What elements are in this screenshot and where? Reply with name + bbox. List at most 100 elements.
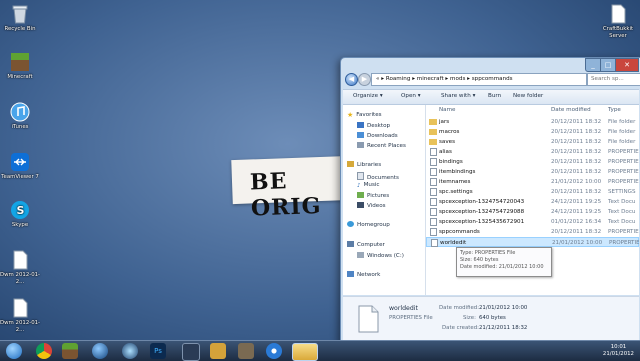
file-date: 20/12/2011 18:32 — [551, 139, 602, 145]
network-icon — [347, 271, 354, 277]
file-row[interactable]: jars 20/12/2011 18:32 File folder — [426, 117, 639, 127]
breadcrumb-overflow[interactable]: « — [376, 76, 379, 82]
nav-network[interactable]: Network — [347, 271, 380, 278]
nav-label: Windows (C:) — [367, 253, 404, 259]
minecraft-taskbar-icon[interactable] — [62, 343, 78, 359]
nav-computer[interactable]: Computer — [347, 241, 385, 248]
file-date: 24/12/2011 19:25 — [551, 199, 602, 205]
nav-downloads[interactable]: Downloads — [357, 132, 398, 139]
homegroup-icon — [347, 221, 354, 227]
file-date: 20/12/2011 18:32 — [551, 159, 602, 165]
burn-button[interactable]: Burn — [488, 93, 501, 99]
desktop-icon-recycle-bin[interactable]: Recycle Bin — [0, 4, 40, 33]
text-file-icon — [430, 198, 437, 206]
explorer-taskbar-icon[interactable] — [292, 343, 318, 361]
file-row[interactable]: itembindings 20/12/2011 18:32 PROPERTIES — [426, 167, 639, 177]
file-row[interactable]: spcexception-1325435672901 01/01/2012 16:… — [426, 217, 639, 227]
breadcrumb-mods[interactable]: mods — [450, 76, 465, 82]
desktop-icon-label: iTunes — [11, 124, 29, 130]
nav-pictures[interactable]: Pictures — [357, 192, 389, 199]
document-icon — [10, 250, 30, 270]
details-size-label: Size: — [463, 315, 476, 321]
desktop-icon-craftbukkit[interactable]: CraftBukkit Server — [598, 4, 638, 39]
nav-windows-c[interactable]: Windows (C:) — [357, 252, 404, 259]
app-icon-3[interactable] — [210, 343, 226, 359]
file-name: itemnames — [439, 179, 471, 185]
desktop-icon-dwm-2[interactable]: Dwm 2012-01-2... — [0, 298, 40, 333]
desktop-icon-teamviewer[interactable]: TeamViewer 7 — [0, 152, 40, 181]
minimize-button[interactable]: _ — [585, 58, 601, 72]
app-icon[interactable] — [122, 343, 138, 359]
file-row[interactable]: sppcommands 20/12/2011 18:32 PROPERTIES — [426, 227, 639, 237]
nav-videos[interactable]: Videos — [357, 202, 386, 209]
desktop-icon-label: TeamViewer 7 — [1, 174, 39, 180]
app-icon-4[interactable] — [266, 343, 282, 359]
desktop-icon-skype[interactable]: S Skype — [0, 200, 40, 229]
maximize-button[interactable]: □ — [600, 58, 616, 72]
file-row[interactable]: macros 20/12/2011 18:32 File folder — [426, 127, 639, 137]
forward-button[interactable]: ▶ — [358, 73, 371, 86]
file-row-selected[interactable]: worldedit21/01/2012 10:00PROPERTIES — [426, 237, 639, 247]
desktop-icon-label: Minecraft — [7, 74, 33, 80]
open-button[interactable]: Open ▾ — [401, 93, 421, 99]
close-button[interactable]: ✕ — [615, 58, 639, 72]
clock-time: 10:01 — [610, 344, 627, 350]
documents-icon — [357, 172, 364, 180]
wallpaper-paper: BE ORIG — [231, 155, 353, 221]
taskbar-clock[interactable]: 10:01 21/01/2012 — [603, 344, 634, 358]
app-icon-2[interactable] — [182, 343, 200, 361]
file-date: 01/01/2012 16:34 — [551, 219, 602, 225]
globe-icon[interactable] — [92, 343, 108, 359]
nav-favorites[interactable]: ★ Favorites — [347, 111, 382, 119]
file-name: spcexception-1324754720043 — [439, 199, 525, 205]
star-icon: ★ — [347, 111, 354, 119]
music-icon: ♪ — [357, 183, 361, 189]
column-header-name[interactable]: Name — [439, 105, 456, 115]
column-header-type[interactable]: Type — [608, 105, 621, 115]
file-type: PROPERTIES — [608, 229, 639, 235]
address-bar[interactable]: « ▸ Roaming ▸ minecraft ▸ mods ▸ sppcomm… — [371, 73, 587, 86]
desktop-icon-dwm-1[interactable]: Dwm 2012-01-2... — [0, 250, 40, 285]
navigation-pane: ★ Favorites Desktop Downloads Recent Plac… — [343, 105, 426, 295]
nav-music[interactable]: ♪ Music — [357, 182, 380, 189]
properties-file-icon — [358, 305, 379, 333]
desktop-icon-itunes[interactable]: iTunes — [0, 102, 40, 131]
address-row: ◀ ▶ « ▸ Roaming ▸ minecraft ▸ mods ▸ spp… — [343, 72, 640, 86]
title-bar[interactable]: _ □ ✕ — [341, 58, 640, 72]
chrome-icon[interactable] — [36, 343, 52, 359]
file-type: File folder — [608, 139, 636, 145]
file-tooltip: Type: PROPERTIES File Size: 640 bytes Da… — [456, 247, 552, 277]
share-with-button[interactable]: Share with ▾ — [441, 93, 475, 99]
desktop-icon-minecraft[interactable]: Minecraft — [0, 52, 40, 81]
file-icon — [430, 148, 437, 156]
nav-documents[interactable]: Documents — [357, 172, 399, 181]
file-icon — [430, 158, 437, 166]
breadcrumb-sppcommands[interactable]: sppcommands — [472, 76, 513, 82]
file-row[interactable]: spcexception-1324754729088 24/12/2011 19:… — [426, 207, 639, 217]
nav-desktop[interactable]: Desktop — [357, 122, 390, 129]
file-row[interactable]: alias 20/12/2011 18:32 PROPERTIES — [426, 147, 639, 157]
file-row[interactable]: itemnames 21/01/2012 10:00 PROPERTIES — [426, 177, 639, 187]
breadcrumb-minecraft[interactable]: minecraft — [417, 76, 444, 82]
new-folder-button[interactable]: New folder — [513, 93, 543, 99]
nav-label: Music — [363, 182, 380, 188]
column-header-date[interactable]: Date modified — [551, 105, 591, 115]
photoshop-icon[interactable]: Ps — [150, 343, 166, 359]
nav-homegroup[interactable]: Homegroup — [347, 221, 390, 228]
organize-button[interactable]: Organize ▾ — [353, 93, 383, 99]
search-input[interactable]: Search sp... — [587, 73, 640, 86]
file-row[interactable]: saves 20/12/2011 18:32 File folder — [426, 137, 639, 147]
nav-libraries[interactable]: Libraries — [347, 161, 381, 168]
back-button[interactable]: ◀ — [345, 73, 358, 86]
breadcrumb-roaming[interactable]: Roaming — [386, 76, 411, 82]
downloads-icon — [357, 132, 364, 138]
file-row[interactable]: bindings 20/12/2011 18:32 PROPERTIES — [426, 157, 639, 167]
nav-label: Videos — [367, 203, 386, 209]
minecraft-block-icon[interactable] — [238, 343, 254, 359]
desktop-icon-label: Dwm 2012-01-2... — [0, 320, 40, 333]
file-row[interactable]: spcexception-1324754720043 24/12/2011 19:… — [426, 197, 639, 207]
nav-recent-places[interactable]: Recent Places — [357, 142, 406, 149]
start-button[interactable] — [6, 343, 22, 359]
details-file-kind: PROPERTIES File — [389, 315, 433, 321]
file-row[interactable]: spc.settings 20/12/2011 18:32 SETTINGS — [426, 187, 639, 197]
